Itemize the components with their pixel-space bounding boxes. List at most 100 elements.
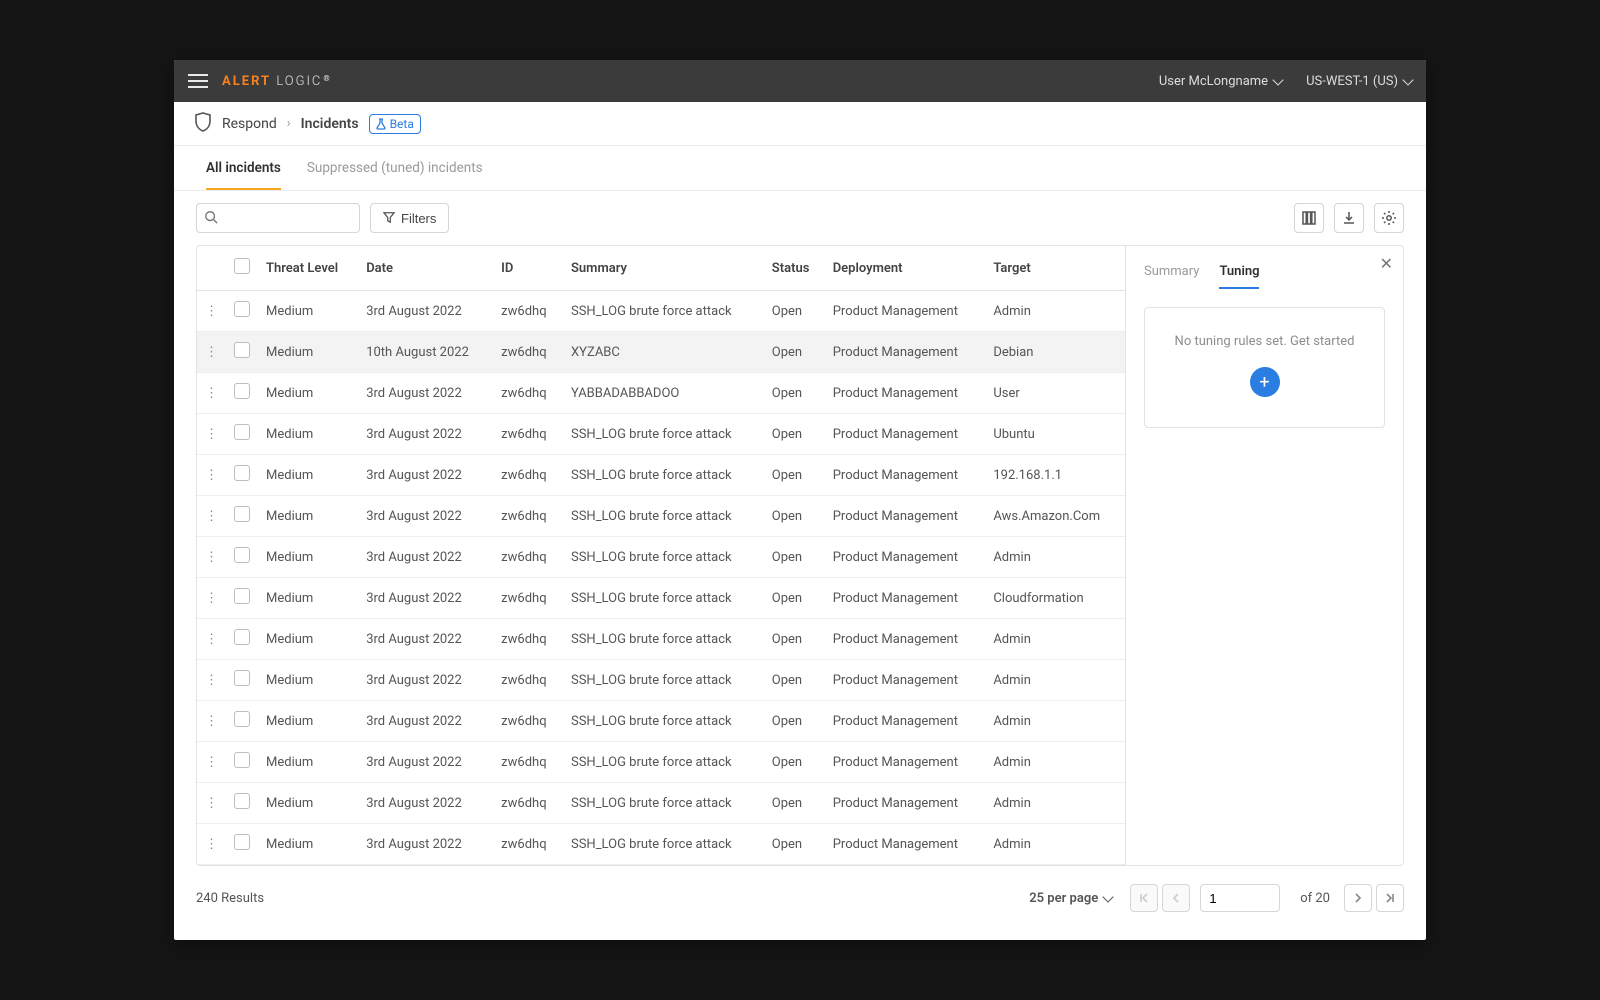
columns-button[interactable] bbox=[1294, 203, 1324, 233]
user-dropdown[interactable]: User McLongname bbox=[1159, 74, 1282, 89]
row-menu-icon[interactable]: ⋮ bbox=[197, 783, 226, 824]
row-checkbox[interactable] bbox=[234, 711, 250, 727]
cell-deployment: Product Management bbox=[825, 537, 986, 578]
cell-status: Open bbox=[764, 332, 825, 373]
tab-all-incidents[interactable]: All incidents bbox=[206, 146, 281, 190]
table-row[interactable]: ⋮Medium3rd August 2022zw6dhqSSH_LOG brut… bbox=[197, 291, 1125, 332]
table-row[interactable]: ⋮Medium3rd August 2022zw6dhqSSH_LOG brut… bbox=[197, 783, 1125, 824]
cell-id: zw6dhq bbox=[493, 660, 563, 701]
table-row[interactable]: ⋮Medium10th August 2022zw6dhqXYZABCOpenP… bbox=[197, 332, 1125, 373]
table-row[interactable]: ⋮Medium3rd August 2022zw6dhqYABBADABBADO… bbox=[197, 373, 1125, 414]
row-checkbox[interactable] bbox=[234, 752, 250, 768]
cell-status: Open bbox=[764, 701, 825, 742]
row-checkbox[interactable] bbox=[234, 465, 250, 481]
row-checkbox[interactable] bbox=[234, 301, 250, 317]
row-menu-icon[interactable]: ⋮ bbox=[197, 455, 226, 496]
region-dropdown[interactable]: US-WEST-1 (US) bbox=[1306, 74, 1412, 89]
cell-deployment: Product Management bbox=[825, 455, 986, 496]
row-menu-icon[interactable]: ⋮ bbox=[197, 578, 226, 619]
row-checkbox[interactable] bbox=[234, 547, 250, 563]
cell-status: Open bbox=[764, 660, 825, 701]
cell-summary: SSH_LOG brute force attack bbox=[563, 660, 764, 701]
search-wrapper bbox=[196, 203, 360, 233]
cell-date: 3rd August 2022 bbox=[358, 783, 493, 824]
table-row[interactable]: ⋮Medium3rd August 2022zw6dhqSSH_LOG brut… bbox=[197, 455, 1125, 496]
incident-table: Threat LevelDateIDSummaryStatusDeploymen… bbox=[197, 246, 1125, 865]
tab-suppressed-tuned-incidents[interactable]: Suppressed (tuned) incidents bbox=[307, 146, 483, 190]
col-date[interactable]: Date bbox=[358, 246, 493, 291]
cell-threat: Medium bbox=[258, 742, 358, 783]
row-checkbox[interactable] bbox=[234, 424, 250, 440]
page-input[interactable] bbox=[1200, 884, 1280, 912]
panel-tab-summary[interactable]: Summary bbox=[1144, 264, 1199, 289]
table-row[interactable]: ⋮Medium3rd August 2022zw6dhqSSH_LOG brut… bbox=[197, 414, 1125, 455]
row-menu-icon[interactable]: ⋮ bbox=[197, 373, 226, 414]
row-checkbox[interactable] bbox=[234, 793, 250, 809]
col-id[interactable]: ID bbox=[493, 246, 563, 291]
cell-date: 3rd August 2022 bbox=[358, 455, 493, 496]
cell-status: Open bbox=[764, 578, 825, 619]
filter-icon bbox=[383, 211, 395, 226]
table-row[interactable]: ⋮Medium3rd August 2022zw6dhqSSH_LOG brut… bbox=[197, 496, 1125, 537]
next-page-button[interactable] bbox=[1344, 884, 1372, 912]
last-page-button[interactable] bbox=[1376, 884, 1404, 912]
chevron-down-icon bbox=[1103, 891, 1114, 902]
col-threat-level[interactable]: Threat Level bbox=[258, 246, 358, 291]
col-deployment[interactable]: Deployment bbox=[825, 246, 986, 291]
row-checkbox[interactable] bbox=[234, 670, 250, 686]
row-checkbox[interactable] bbox=[234, 383, 250, 399]
cell-summary: SSH_LOG brute force attack bbox=[563, 455, 764, 496]
row-menu-icon[interactable]: ⋮ bbox=[197, 701, 226, 742]
table-row[interactable]: ⋮Medium3rd August 2022zw6dhqSSH_LOG brut… bbox=[197, 701, 1125, 742]
brand-suffix: LOGIC bbox=[276, 74, 322, 89]
col-summary[interactable]: Summary bbox=[563, 246, 764, 291]
row-checkbox[interactable] bbox=[234, 834, 250, 850]
table-row[interactable]: ⋮Medium3rd August 2022zw6dhqSSH_LOG brut… bbox=[197, 824, 1125, 865]
table-row[interactable]: ⋮Medium3rd August 2022zw6dhqSSH_LOG brut… bbox=[197, 742, 1125, 783]
row-menu-icon[interactable]: ⋮ bbox=[197, 824, 226, 865]
cell-deployment: Product Management bbox=[825, 414, 986, 455]
add-tuning-button[interactable]: + bbox=[1250, 367, 1280, 397]
col-status[interactable]: Status bbox=[764, 246, 825, 291]
cell-id: zw6dhq bbox=[493, 414, 563, 455]
per-page-dropdown[interactable]: 25 per page bbox=[1029, 891, 1112, 906]
row-checkbox[interactable] bbox=[234, 506, 250, 522]
row-menu-icon[interactable]: ⋮ bbox=[197, 537, 226, 578]
table-row[interactable]: ⋮Medium3rd August 2022zw6dhqSSH_LOG brut… bbox=[197, 660, 1125, 701]
filters-button[interactable]: Filters bbox=[370, 203, 449, 233]
table-row[interactable]: ⋮Medium3rd August 2022zw6dhqSSH_LOG brut… bbox=[197, 619, 1125, 660]
cell-threat: Medium bbox=[258, 701, 358, 742]
settings-button[interactable] bbox=[1374, 203, 1404, 233]
search-input[interactable] bbox=[196, 203, 360, 233]
prev-page-button[interactable] bbox=[1162, 884, 1190, 912]
row-menu-icon[interactable]: ⋮ bbox=[197, 660, 226, 701]
main-tabs: All incidents Suppressed (tuned) incident… bbox=[174, 146, 1426, 191]
close-icon[interactable]: ✕ bbox=[1380, 254, 1393, 273]
table-row[interactable]: ⋮Medium3rd August 2022zw6dhqSSH_LOG brut… bbox=[197, 578, 1125, 619]
cell-threat: Medium bbox=[258, 332, 358, 373]
row-checkbox[interactable] bbox=[234, 342, 250, 358]
cell-status: Open bbox=[764, 619, 825, 660]
cell-threat: Medium bbox=[258, 291, 358, 332]
download-button[interactable] bbox=[1334, 203, 1364, 233]
row-menu-icon[interactable]: ⋮ bbox=[197, 414, 226, 455]
table-row[interactable]: ⋮Medium3rd August 2022zw6dhqSSH_LOG brut… bbox=[197, 537, 1125, 578]
first-page-button[interactable] bbox=[1130, 884, 1158, 912]
cell-status: Open bbox=[764, 291, 825, 332]
topbar: ALERT LOGIC® User McLongname US-WEST-1 (… bbox=[174, 60, 1426, 102]
row-menu-icon[interactable]: ⋮ bbox=[197, 496, 226, 537]
crumb-root[interactable]: Respond bbox=[222, 116, 277, 132]
cell-target: Admin bbox=[985, 742, 1125, 783]
row-checkbox[interactable] bbox=[234, 629, 250, 645]
row-checkbox[interactable] bbox=[234, 588, 250, 604]
col-target[interactable]: Target bbox=[985, 246, 1125, 291]
row-menu-icon[interactable]: ⋮ bbox=[197, 619, 226, 660]
select-all-checkbox[interactable] bbox=[234, 258, 250, 274]
row-menu-icon[interactable]: ⋮ bbox=[197, 742, 226, 783]
menu-icon[interactable] bbox=[188, 74, 208, 88]
panel-tab-tuning[interactable]: Tuning bbox=[1219, 264, 1259, 289]
row-menu-icon[interactable]: ⋮ bbox=[197, 332, 226, 373]
crumb-page: Incidents bbox=[301, 116, 359, 132]
row-menu-icon[interactable]: ⋮ bbox=[197, 291, 226, 332]
cell-deployment: Product Management bbox=[825, 332, 986, 373]
